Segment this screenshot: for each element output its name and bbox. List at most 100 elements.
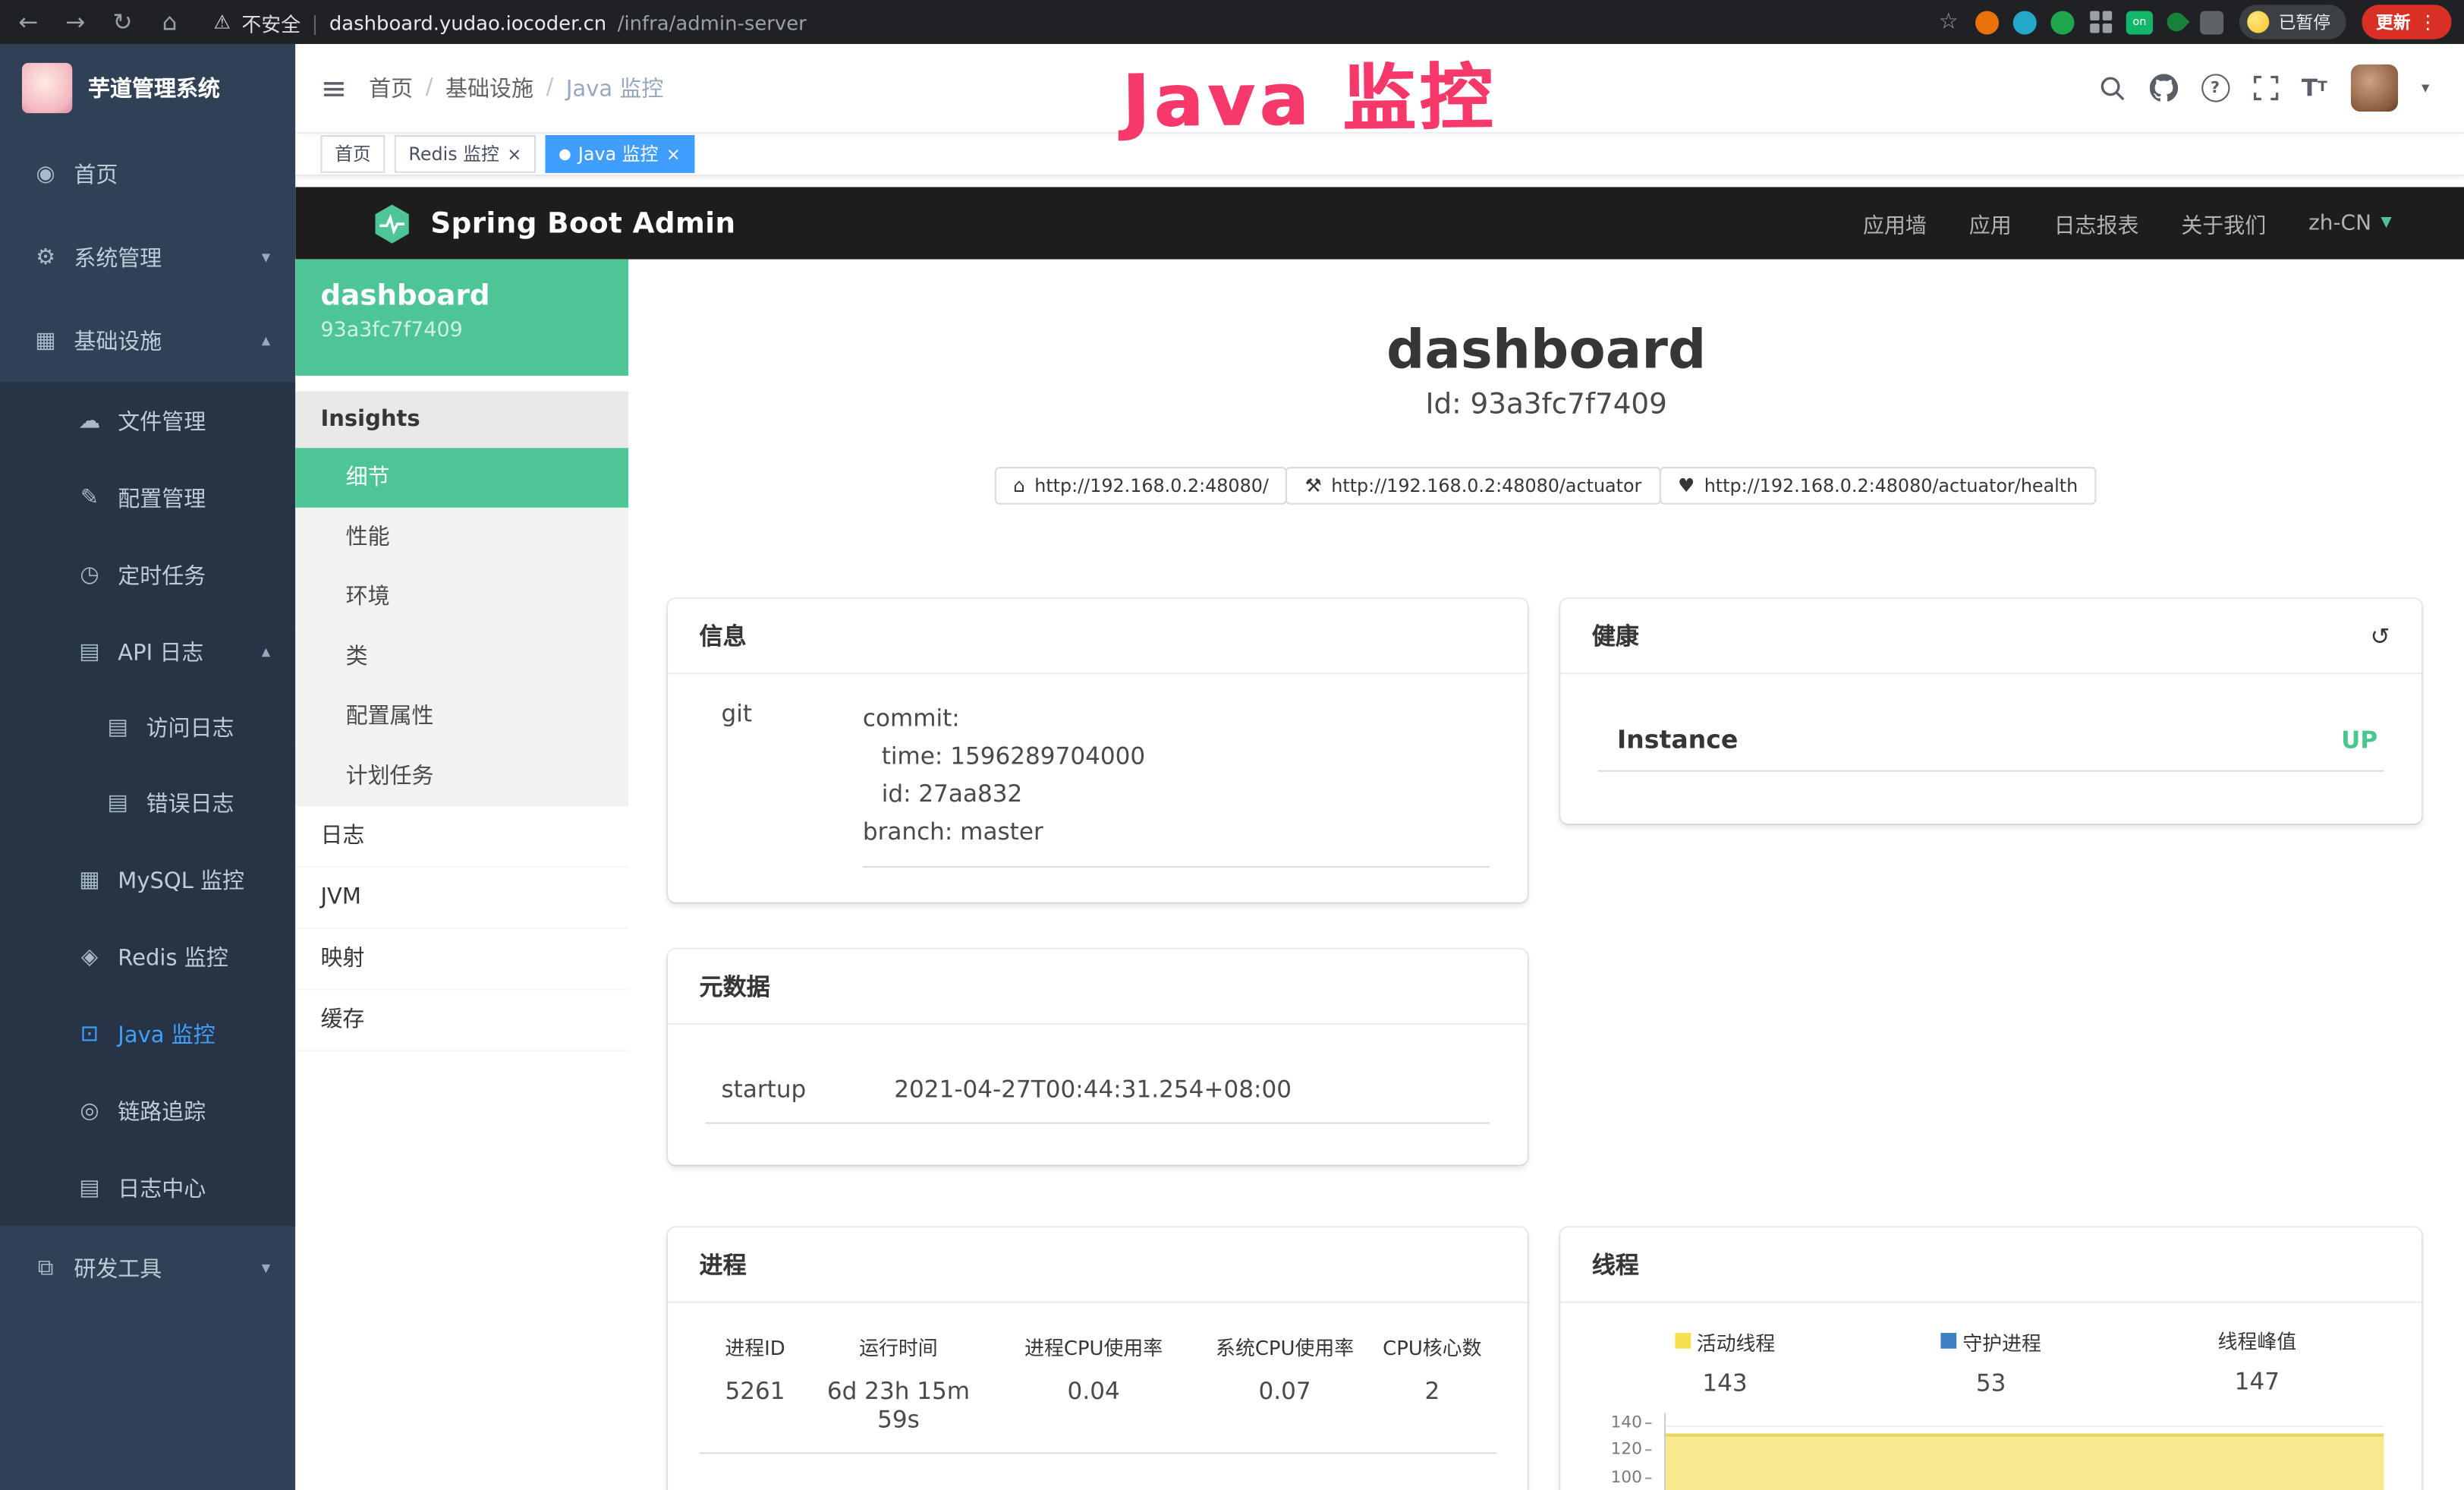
profile-avatar-icon [2247, 11, 2269, 33]
sba-nav-about[interactable]: 关于我们 [2181, 207, 2266, 238]
info-line: time: 1596289704000 [863, 737, 1490, 775]
instance-id: 93a3fc7f7409 [320, 319, 628, 342]
sba-instance-header[interactable]: dashboard 93a3fc7f7409 [295, 260, 628, 376]
sidebar-item-label: 基础设施 [74, 325, 162, 356]
sidebar-item-java-monitor[interactable]: ⊡ Java 监控 [0, 995, 295, 1072]
sba-item-caches[interactable]: 缓存 [295, 991, 628, 1052]
tab-redis-monitor[interactable]: Redis 监控 × [395, 135, 536, 173]
sba-nav-wallboard[interactable]: 应用墙 [1863, 207, 1927, 238]
sidebar-item-log-center[interactable]: ▤ 日志中心 [0, 1149, 295, 1226]
sidebar-item-home[interactable]: ◉ 首页 [0, 132, 295, 216]
cards-grid: 信息 git commit: time: 1596289704000 id: 2… [628, 505, 2464, 1490]
fullscreen-icon[interactable] [2253, 75, 2278, 100]
service-url-button[interactable]: ⌂ http://192.168.0.2:48080/ [994, 467, 1288, 505]
sba-item-classes[interactable]: 类 [295, 627, 628, 687]
close-icon[interactable]: × [507, 143, 521, 164]
sidebar-item-label: MySQL 监控 [118, 864, 244, 895]
metadata-card: 元数据 startup 2021-04-27T00:44:31.254+08:0… [668, 950, 1528, 1165]
reload-icon[interactable]: ↻ [107, 8, 138, 36]
sidebar-item-dev-tools[interactable]: ⧉ 研发工具 ▾ [0, 1226, 295, 1309]
link-label: http://192.168.0.2:48080/ [1034, 474, 1269, 496]
cell-value: 6d 23h 15m 59s [810, 1377, 986, 1434]
sba-brand[interactable]: Spring Boot Admin [371, 202, 736, 244]
url-path[interactable]: /infra/admin-server [618, 10, 807, 33]
health-url-button[interactable]: ♥ http://192.168.0.2:48080/actuator/heal… [1659, 467, 2097, 505]
help-icon[interactable]: ? [2201, 74, 2229, 102]
sba-item-performance[interactable]: 性能 [295, 508, 628, 568]
history-icon[interactable]: ↺ [2371, 622, 2390, 650]
sidebar-item-label: API 日志 [118, 636, 203, 667]
extension-leaf-icon[interactable] [2163, 8, 2189, 35]
sidebar-item-label: 系统管理 [74, 241, 162, 272]
sidebar-item-infrastructure[interactable]: ▦ 基础设施 ▴ [0, 298, 295, 382]
sidebar-item-error-logs[interactable]: ▤ 错误日志 [0, 765, 295, 840]
tab-home[interactable]: 首页 [320, 135, 385, 173]
back-icon[interactable]: ← [13, 8, 44, 36]
sba-item-scheduled-tasks[interactable]: 计划任务 [295, 747, 628, 807]
avatar-caret-icon[interactable]: ▾ [2422, 80, 2429, 97]
extension-icon-3[interactable] [2050, 10, 2074, 33]
sba-item-logs[interactable]: 日志 [295, 806, 628, 868]
sba-header: Spring Boot Admin 应用墙 应用 日志报表 关于我们 zh-CN… [295, 187, 2464, 259]
sidebar-item-config-mgmt[interactable]: ✎ 配置管理 [0, 459, 295, 536]
sidebar-toggle-icon[interactable]: ≡ [295, 69, 369, 107]
sidebar-item-redis-monitor[interactable]: ◈ Redis 监控 [0, 918, 295, 994]
close-icon[interactable]: × [666, 143, 681, 164]
sidebar-item-label: 访问日志 [146, 712, 234, 743]
extension-on-badge[interactable]: on [2126, 10, 2153, 33]
extension-grid-icon[interactable] [2088, 10, 2112, 33]
document-icon: ▤ [75, 639, 103, 664]
sidebar-item-file-mgmt[interactable]: ☁ 文件管理 [0, 382, 295, 458]
sba-item-config-props[interactable]: 配置属性 [295, 687, 628, 747]
breadcrumb-infrastructure[interactable]: 基础设施 [445, 72, 533, 103]
sidebar-item-link-tracing[interactable]: ◎ 链路追踪 [0, 1072, 295, 1148]
sidebar-item-access-logs[interactable]: ▤ 访问日志 [0, 690, 295, 765]
legend-value: 143 [1592, 1369, 1858, 1397]
card-title: 进程 [700, 1248, 747, 1281]
header-actions: ? TT ▾ [2099, 65, 2464, 112]
sidebar-item-system-mgmt[interactable]: ⚙ 系统管理 ▾ [0, 216, 295, 299]
search-icon[interactable] [2099, 74, 2126, 101]
url-host[interactable]: dashboard.yudao.iocoder.cn [329, 10, 606, 33]
user-avatar[interactable] [2351, 65, 2398, 112]
sba-item-jvm[interactable]: JVM [295, 868, 628, 929]
extension-icon-2[interactable] [2013, 10, 2037, 33]
sba-nav-applications[interactable]: 应用 [1969, 207, 2012, 238]
sidebar-item-api-logs[interactable]: ▤ API 日志 ▴ [0, 613, 295, 690]
paused-label: 已暂停 [2279, 9, 2330, 34]
extension-icon-1[interactable] [1975, 10, 1999, 33]
forward-icon[interactable]: → [60, 8, 91, 36]
profile-paused-badge[interactable]: 已暂停 [2239, 5, 2346, 39]
github-icon[interactable] [2149, 74, 2177, 102]
sba-item-details[interactable]: 细节 [295, 448, 628, 508]
live-threads-area [1666, 1433, 2384, 1490]
app-logo[interactable]: 芋道管理系统 [0, 44, 295, 132]
sidebar-item-scheduled-tasks[interactable]: ◷ 定时任务 [0, 536, 295, 613]
font-size-icon[interactable]: TT [2302, 74, 2327, 102]
col-header: 进程ID [700, 1331, 811, 1361]
sidebar-item-label: 配置管理 [118, 482, 206, 513]
chrome-update-button[interactable]: 更新 ⋮ [2362, 5, 2451, 39]
sba-locale-select[interactable]: zh-CN ▼ [2308, 210, 2392, 235]
link-label: http://192.168.0.2:48080/actuator [1331, 474, 1641, 496]
address-bar[interactable]: ⚠ 不安全 | dashboard.yudao.iocoder.cn/infra… [214, 7, 807, 36]
sba-nav-journal[interactable]: 日志报表 [2054, 207, 2139, 238]
threads-legend: 活动线程 143 守护进程 53 [1592, 1325, 2390, 1397]
menu-dots-icon[interactable]: ⋮ [2418, 11, 2437, 33]
tab-java-monitor[interactable]: Java 监控 × [545, 135, 694, 173]
sba-item-mappings[interactable]: 映射 [295, 929, 628, 991]
breadcrumb: 首页 / 基础设施 / Java 监控 [369, 72, 663, 103]
chart-plot-area [1664, 1413, 2384, 1490]
update-label: 更新 [2376, 9, 2411, 34]
extensions-puzzle-icon[interactable] [2200, 10, 2223, 33]
sidebar-item-mysql-monitor[interactable]: ▦ MySQL 监控 [0, 841, 295, 918]
security-label[interactable]: 不安全 [241, 7, 301, 36]
bookmark-star-icon[interactable]: ☆ [1936, 10, 1961, 33]
breadcrumb-home[interactable]: 首页 [369, 72, 413, 103]
cloud-icon: ☁ [75, 408, 103, 433]
sba-item-environment[interactable]: 环境 [295, 568, 628, 628]
edit-icon: ✎ [75, 485, 103, 510]
home-icon[interactable]: ⌂ [154, 8, 185, 36]
actuator-url-button[interactable]: ⚒ http://192.168.0.2:48080/actuator [1286, 467, 1661, 505]
extensions-row: ☆ on [1936, 10, 2223, 33]
